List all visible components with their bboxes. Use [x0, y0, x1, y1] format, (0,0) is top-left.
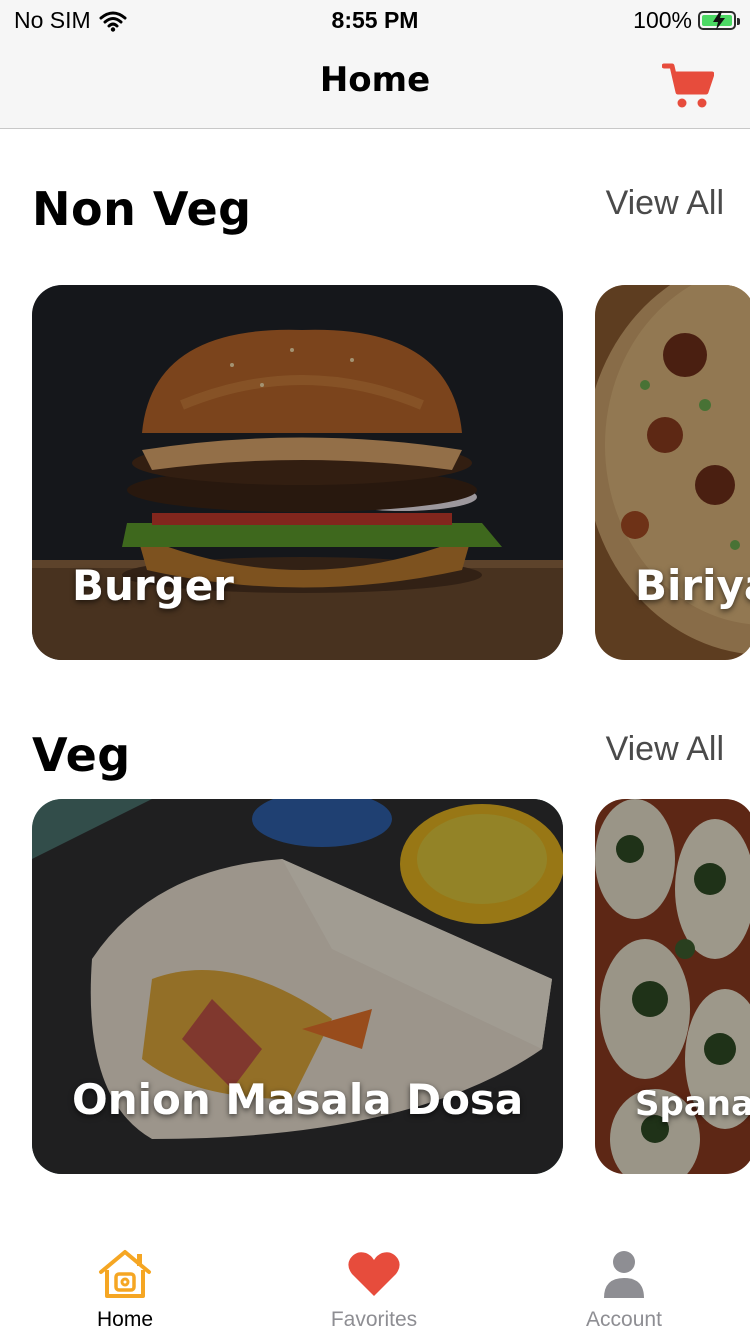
nav-bar: Home — [0, 40, 750, 129]
tab-account[interactable]: Account — [499, 1236, 749, 1334]
battery-icon — [698, 11, 740, 30]
page-title: Home — [319, 60, 431, 100]
tab-home[interactable]: Home — [0, 1236, 250, 1334]
card-label: Spanak — [635, 1084, 750, 1124]
cart-icon — [661, 63, 715, 108]
tab-bar: Home Favorites Account — [0, 1236, 750, 1334]
tab-label: Home — [96, 1308, 154, 1331]
food-card-burger[interactable]: Burger — [32, 285, 563, 660]
status-bar: No SIM 8:55 PM 100% — [0, 0, 750, 40]
food-card-biriyani[interactable]: Biriya — [595, 285, 750, 660]
tab-favorites[interactable]: Favorites — [249, 1236, 499, 1334]
bolt-icon — [713, 11, 725, 30]
person-icon — [604, 1251, 644, 1298]
card-label: Burger — [72, 561, 234, 610]
cart-button[interactable] — [661, 62, 715, 110]
card-label: Onion Masala Dosa — [72, 1075, 524, 1124]
status-right: 100% — [633, 7, 740, 34]
battery-percent: 100% — [633, 7, 692, 33]
home-icon — [99, 1250, 151, 1298]
view-all-veg-button[interactable]: View All — [606, 730, 724, 769]
card-label: Biriya — [635, 561, 750, 610]
section-title-non-veg: Non Veg — [32, 182, 252, 236]
section-title-veg: Veg — [32, 728, 131, 782]
tab-label: Favorites — [330, 1308, 418, 1331]
heart-icon — [348, 1252, 400, 1296]
food-card-onion-masala-dosa[interactable]: Onion Masala Dosa — [32, 799, 563, 1174]
view-all-non-veg-button[interactable]: View All — [606, 184, 724, 223]
tab-label: Account — [586, 1308, 662, 1331]
food-card-spanakopita[interactable]: Spanak — [595, 799, 750, 1174]
